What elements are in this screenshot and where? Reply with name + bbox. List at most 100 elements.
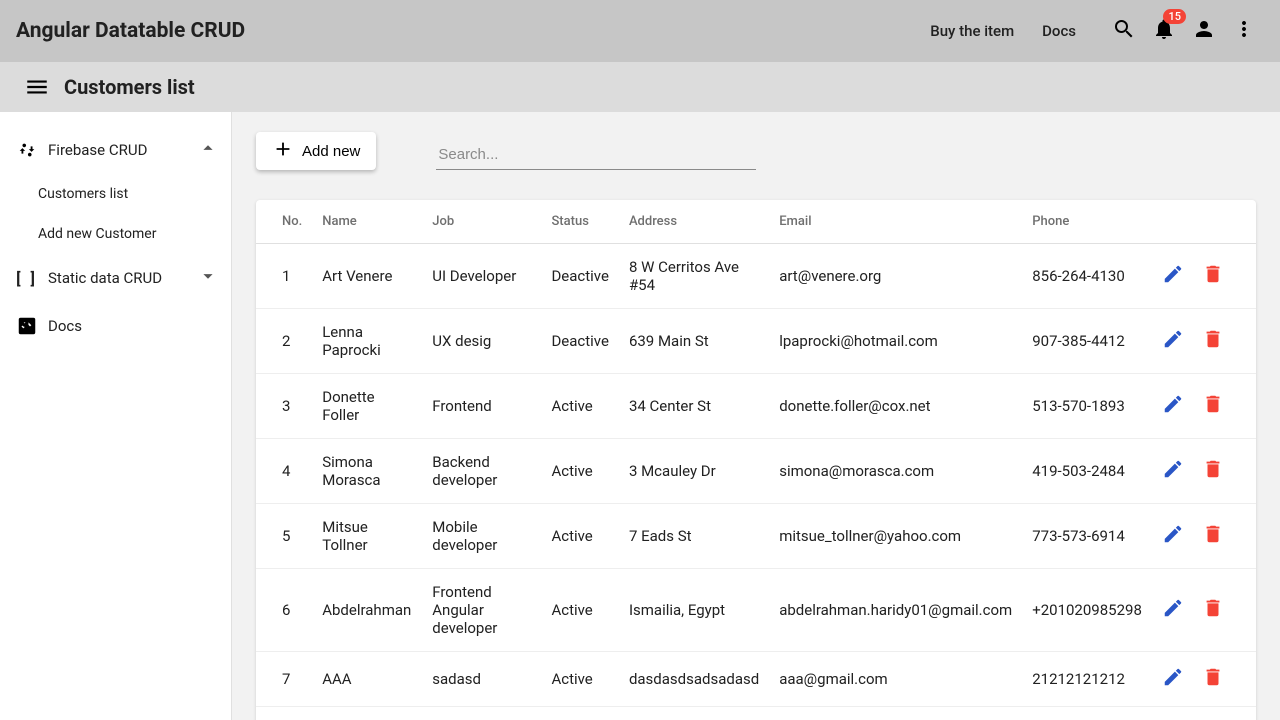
edit-button[interactable] <box>1162 523 1184 549</box>
account-button[interactable] <box>1184 11 1224 51</box>
delete-button[interactable] <box>1202 458 1224 484</box>
cell-address: 639 Main St <box>619 309 769 374</box>
cell-email: mitsue_tollner@yahoo.com <box>769 504 1022 569</box>
cell-status: Active <box>541 504 619 569</box>
delete-button[interactable] <box>1202 597 1224 623</box>
edit-button[interactable] <box>1162 458 1184 484</box>
edit-button[interactable] <box>1162 393 1184 419</box>
edit-button[interactable] <box>1162 666 1184 692</box>
edit-button[interactable] <box>1162 328 1184 354</box>
sidebar-item-label: Docs <box>48 317 82 335</box>
sidebar-item-label: Static data CRUD <box>48 269 162 287</box>
cell-job: UI Developer <box>422 244 541 309</box>
table-row: 2Lenna PaprockiUX desigDeactive639 Main … <box>256 309 1256 374</box>
table-row: 5Mitsue TollnerMobile developerActive7 E… <box>256 504 1256 569</box>
sidebar-sub-customers[interactable]: Customers list <box>0 174 231 214</box>
cell-no: 7 <box>256 652 312 707</box>
cell-email: art@venere.org <box>769 244 1022 309</box>
col-status[interactable]: Status <box>541 200 619 244</box>
plus-icon <box>272 138 294 164</box>
sidebar-sub-addnew[interactable]: Add new Customer <box>0 214 231 254</box>
cell-address: Ismailia, Egypt <box>619 569 769 652</box>
link-docs[interactable]: Docs <box>1042 22 1076 40</box>
edit-button[interactable] <box>1162 597 1184 623</box>
cell-no: 5 <box>256 504 312 569</box>
col-address[interactable]: Address <box>619 200 769 244</box>
cell-no: 3 <box>256 374 312 439</box>
cell-no: 1 <box>256 244 312 309</box>
edit-button[interactable] <box>1162 263 1184 289</box>
table-row: 6AbdelrahmanFrontend Angular developerAc… <box>256 569 1256 652</box>
cell-address: 7 Eads St <box>619 504 769 569</box>
cell-status: Active <box>541 569 619 652</box>
cell-job: Backend developer <box>422 439 541 504</box>
trash-icon <box>1202 336 1224 354</box>
table-row: 3Donette FollerFrontendActive34 Center S… <box>256 374 1256 439</box>
col-phone[interactable]: Phone <box>1022 200 1152 244</box>
people-swap-icon <box>16 139 38 161</box>
pencil-icon <box>1162 336 1184 354</box>
trash-icon <box>1202 466 1224 484</box>
search-input[interactable] <box>436 140 756 170</box>
search-button[interactable] <box>1104 11 1144 51</box>
table-row: 4Simona MorascaBackend developerActive3 … <box>256 439 1256 504</box>
col-no[interactable]: No. <box>256 200 312 244</box>
cell-name: Abdelrahman <box>312 569 422 652</box>
trash-icon <box>1202 271 1224 289</box>
paginator: Items per page: 10 1 – 7 of 7 <box>256 707 1256 720</box>
sidebar-item-static[interactable]: [ ] Static data CRUD <box>0 254 231 302</box>
link-buy[interactable]: Buy the item <box>930 22 1014 40</box>
chevron-up-icon <box>197 137 219 163</box>
trash-icon <box>1202 401 1224 419</box>
sidebar-item-docs[interactable]: Docs <box>0 302 231 350</box>
cell-phone: 513-570-1893 <box>1022 374 1152 439</box>
page-subbar: Customers list <box>0 62 1280 112</box>
cell-email: donette.foller@cox.net <box>769 374 1022 439</box>
more-vert-icon <box>1232 17 1256 45</box>
cell-no: 4 <box>256 439 312 504</box>
notifications-button[interactable]: 15 <box>1144 11 1184 51</box>
cell-status: Active <box>541 652 619 707</box>
cell-job: Frontend <box>422 374 541 439</box>
code-icon <box>16 315 38 337</box>
col-job[interactable]: Job <box>422 200 541 244</box>
person-icon <box>1192 17 1216 45</box>
page-title: Customers list <box>64 75 195 99</box>
cell-name: Donette Foller <box>312 374 422 439</box>
menu-icon <box>24 88 50 104</box>
cell-name: Lenna Paprocki <box>312 309 422 374</box>
sidebar-item-firebase[interactable]: Firebase CRUD <box>0 126 231 174</box>
cell-phone: +201020985298 <box>1022 569 1152 652</box>
cell-name: Art Venere <box>312 244 422 309</box>
cell-phone: 856-264-4130 <box>1022 244 1152 309</box>
app-toolbar: Angular Datatable CRUD Buy the item Docs… <box>0 0 1280 62</box>
table-header-row: No. Name Job Status Address Email Phone <box>256 200 1256 244</box>
customers-table-card: No. Name Job Status Address Email Phone … <box>256 200 1256 720</box>
delete-button[interactable] <box>1202 523 1224 549</box>
cell-phone: 773-573-6914 <box>1022 504 1152 569</box>
menu-toggle[interactable] <box>24 74 50 100</box>
cell-email: abdelrahman.haridy01@gmail.com <box>769 569 1022 652</box>
pencil-icon <box>1162 674 1184 692</box>
app-title: Angular Datatable CRUD <box>16 19 245 43</box>
delete-button[interactable] <box>1202 666 1224 692</box>
delete-button[interactable] <box>1202 393 1224 419</box>
cell-address: 34 Center St <box>619 374 769 439</box>
col-name[interactable]: Name <box>312 200 422 244</box>
trash-icon <box>1202 531 1224 549</box>
cell-phone: 907-385-4412 <box>1022 309 1152 374</box>
search-icon <box>1112 17 1136 45</box>
col-email[interactable]: Email <box>769 200 1022 244</box>
cell-email: simona@morasca.com <box>769 439 1022 504</box>
table-row: 1Art VenereUI DeveloperDeactive8 W Cerri… <box>256 244 1256 309</box>
delete-button[interactable] <box>1202 263 1224 289</box>
add-new-button[interactable]: Add new <box>256 132 376 170</box>
trash-icon <box>1202 674 1224 692</box>
delete-button[interactable] <box>1202 328 1224 354</box>
main-content: Add new No. Name Job Status Address Emai… <box>232 112 1280 720</box>
more-button[interactable] <box>1224 11 1264 51</box>
cell-status: Deactive <box>541 244 619 309</box>
pencil-icon <box>1162 466 1184 484</box>
cell-job: UX desig <box>422 309 541 374</box>
cell-job: Mobile developer <box>422 504 541 569</box>
